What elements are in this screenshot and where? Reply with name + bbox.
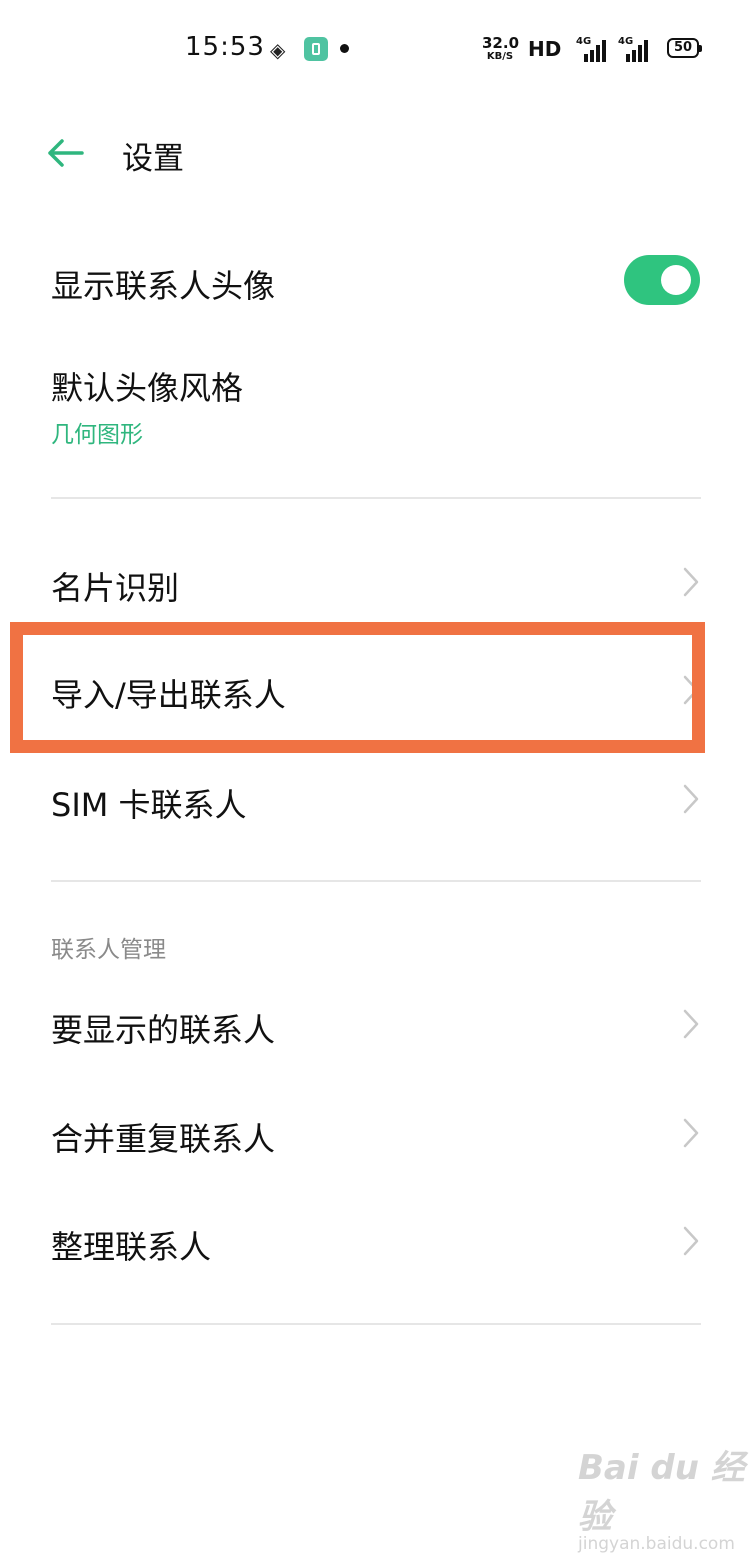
chevron-right-icon <box>683 567 699 597</box>
watermark-url: jingyan.baidu.com <box>578 1534 735 1554</box>
import-export-label: 导入/导出联系人 <box>51 676 286 714</box>
sim-contacts-label: SIM 卡联系人 <box>51 786 247 824</box>
signal-icon-sim2: 4G <box>618 36 648 62</box>
vibrate-icon: ◈ <box>270 38 286 62</box>
chevron-right-icon <box>683 1226 699 1256</box>
chevron-right-icon <box>683 784 699 814</box>
import-export-row[interactable]: 导入/导出联系人 <box>0 640 750 740</box>
merge-duplicates-label: 合并重复联系人 <box>51 1120 276 1158</box>
business-card-label: 名片识别 <box>51 569 180 607</box>
hd-voice-icon: HD <box>528 37 562 61</box>
back-button[interactable] <box>44 132 86 174</box>
chevron-right-icon <box>683 1009 699 1039</box>
avatar-style-value: 几何图形 <box>51 422 143 448</box>
show-avatar-label: 显示联系人头像 <box>51 267 276 305</box>
organize-contacts-label: 整理联系人 <box>51 1228 212 1266</box>
watermark: Bai du 经验 jingyan.baidu.com <box>578 1440 750 1554</box>
battery-icon: 50 <box>667 38 702 58</box>
organize-contacts-row[interactable]: 整理联系人 <box>0 1194 750 1289</box>
notification-dot-icon <box>340 44 349 53</box>
network-speed: 32.0 KB/S <box>482 34 520 62</box>
network-speed-value: 32.0 <box>482 34 520 52</box>
contacts-to-display-row[interactable]: 要显示的联系人 <box>0 977 750 1072</box>
divider <box>51 497 701 499</box>
back-arrow-icon <box>48 139 84 167</box>
watermark-logo: Bai du 经验 <box>578 1448 745 1537</box>
network-speed-unit: KB/S <box>486 51 514 62</box>
avatar-style-label: 默认头像风格 <box>51 369 244 407</box>
divider <box>51 1323 701 1325</box>
contacts-to-display-label: 要显示的联系人 <box>51 1011 276 1049</box>
show-avatar-toggle[interactable] <box>624 255 700 305</box>
sim-contacts-row[interactable]: SIM 卡联系人 <box>0 752 750 847</box>
status-time: 15:53 <box>185 32 265 62</box>
merge-duplicates-row[interactable]: 合并重复联系人 <box>0 1086 750 1181</box>
business-card-row[interactable]: 名片识别 <box>0 535 750 630</box>
page-title: 设置 <box>122 141 184 177</box>
toggle-knob <box>661 265 691 295</box>
signal-icon-sim1: 4G <box>576 36 606 62</box>
divider <box>51 880 701 882</box>
avatar-style-row[interactable]: 默认头像风格 几何图形 <box>0 345 750 455</box>
status-bar: 15:53 ◈ 32.0 KB/S HD 4G 4G 50 <box>0 0 750 100</box>
chevron-right-icon <box>683 675 699 705</box>
app-notification-icon <box>304 37 328 61</box>
chevron-right-icon <box>683 1118 699 1148</box>
section-title-contact-management: 联系人管理 <box>51 937 166 963</box>
